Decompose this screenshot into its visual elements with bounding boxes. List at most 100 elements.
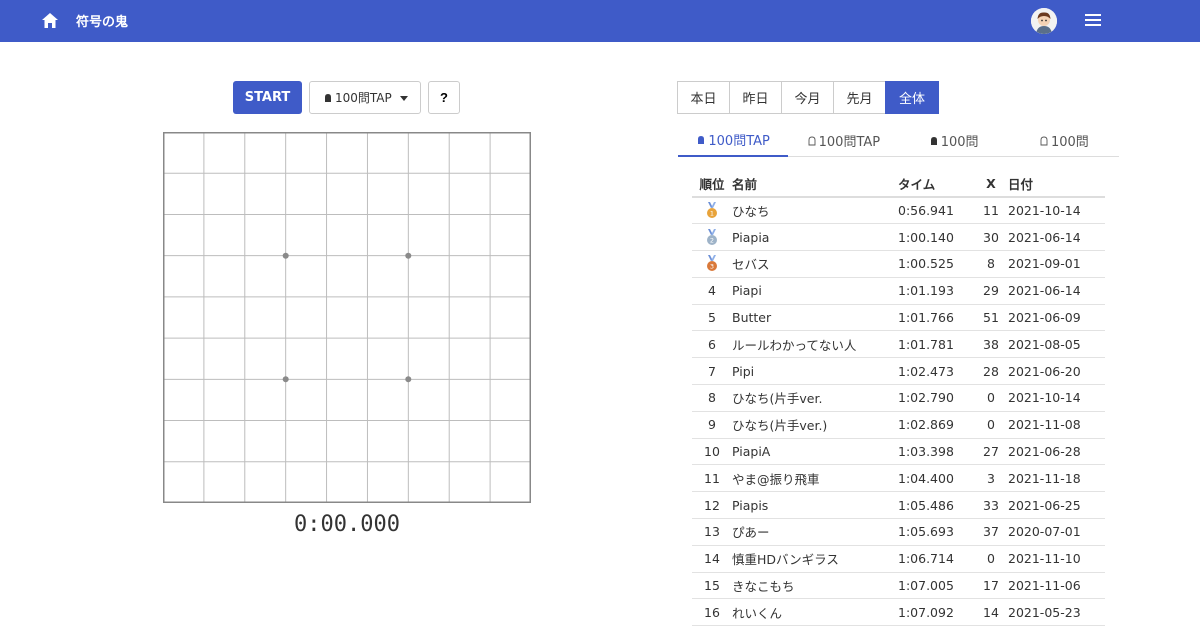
cell-rank: 16 (692, 598, 732, 627)
table-row: 7 Pipi 1:02.473 28 2021-06-20 (692, 357, 1105, 386)
cell-rank: 9 (692, 411, 732, 439)
tab-100-filled[interactable]: 100問 (899, 124, 1009, 157)
table-row: 4 Piapi 1:01.193 29 2021-06-14 (692, 277, 1105, 305)
table-row: 16 れいくん 1:07.092 14 2021-05-23 (692, 598, 1105, 627)
tab-100-outline[interactable]: 100問 (1009, 124, 1119, 157)
outline-bell-icon (1040, 136, 1048, 145)
period-tab-group: 本日 昨日 今月 先月 全体 (677, 81, 939, 114)
star-point (282, 252, 289, 259)
home-icon[interactable] (41, 12, 59, 29)
cell-date: 2020-07-01 (1008, 518, 1105, 546)
cell-rank: 14 (692, 545, 732, 573)
cell-time: 0:56.941 (898, 197, 974, 225)
tab-100-tap-filled[interactable]: 100問TAP (678, 124, 789, 157)
tab-100-tap-outline[interactable]: 100問TAP (788, 124, 898, 157)
tab-all-time[interactable]: 全体 (885, 81, 939, 114)
cell-x: 0 (974, 545, 1008, 573)
chevron-down-icon (400, 96, 408, 101)
cell-rank: 12 (692, 491, 732, 520)
cell-time: 1:00.140 (898, 223, 974, 252)
cell-date: 2021-06-20 (1008, 357, 1105, 386)
svg-text:3: 3 (710, 263, 714, 271)
help-button[interactable]: ? (428, 81, 460, 114)
cell-time: 1:01.193 (898, 277, 974, 305)
cell-x: 17 (974, 572, 1008, 600)
table-row: 5 Butter 1:01.766 51 2021-06-09 (692, 304, 1105, 332)
user-avatar[interactable] (1031, 8, 1057, 34)
svg-text:1: 1 (710, 210, 714, 218)
app-title[interactable]: 符号の鬼 (76, 11, 128, 30)
cell-name: Butter (732, 304, 898, 332)
cell-x: 29 (974, 277, 1008, 305)
table-row: 6 ルールわかってない人 1:01.781 38 2021-08-05 (692, 330, 1105, 359)
tab-today[interactable]: 本日 (677, 81, 730, 114)
filled-bell-icon (325, 93, 331, 102)
table-row: 11 やま@振り飛車 1:04.400 3 2021-11-18 (692, 464, 1105, 493)
bronze-medal-icon: 3 (707, 255, 717, 272)
header-x: X (974, 170, 1008, 198)
star-point (405, 252, 412, 259)
cell-x: 27 (974, 438, 1008, 466)
cell-x: 11 (974, 197, 1008, 225)
cell-x: 30 (974, 223, 1008, 252)
table-row: 10 PiapiA 1:03.398 27 2021-06-28 (692, 438, 1105, 466)
cell-date: 2021-06-25 (1008, 491, 1105, 520)
tab-last-month[interactable]: 先月 (833, 81, 886, 114)
outline-bell-icon (808, 136, 816, 145)
cell-date: 2021-05-23 (1008, 598, 1105, 627)
cell-date: 2021-08-05 (1008, 330, 1105, 359)
cell-name: ひなち(片手ver.) (732, 411, 898, 439)
filled-bell-icon (698, 135, 705, 144)
cell-rank: 11 (692, 464, 732, 493)
cell-name: ひなち(片手ver. (732, 384, 898, 412)
tab-label: 100問 (940, 135, 979, 150)
cell-name: Piapis (732, 491, 898, 520)
cell-rank: 15 (692, 572, 732, 600)
gold-medal-icon: 1 (707, 202, 717, 219)
table-row: 14 慎重HDバンギラス 1:06.714 0 2021-11-10 (692, 545, 1105, 573)
mode-dropdown[interactable]: 100問TAP (309, 81, 421, 114)
cell-date: 2021-09-01 (1008, 250, 1105, 278)
header-name: 名前 (732, 170, 898, 198)
table-row: 8 ひなち(片手ver. 1:02.790 0 2021-10-14 (692, 384, 1105, 412)
cell-x: 38 (974, 330, 1008, 359)
cell-rank: 8 (692, 384, 732, 412)
cell-date: 2021-10-14 (1008, 384, 1105, 412)
table-row: 3 セバス 1:00.525 8 2021-09-01 (692, 250, 1105, 278)
shogi-board[interactable] (163, 132, 531, 503)
tab-label: 100問TAP (818, 135, 881, 150)
star-point (405, 376, 412, 383)
cell-date: 2021-11-10 (1008, 545, 1105, 573)
ranking-table: 順位 名前 タイム X 日付 1 ひなち 0:56.941 11 2021-10-14 2… (692, 170, 1105, 627)
cell-time: 1:06.714 (898, 545, 974, 573)
cell-x: 51 (974, 304, 1008, 332)
filled-bell-icon (930, 136, 937, 145)
table-row: 13 ぴあー 1:05.693 37 2020-07-01 (692, 518, 1105, 546)
cell-x: 28 (974, 357, 1008, 386)
cell-time: 1:07.005 (898, 572, 974, 600)
tab-label: 100問 (1050, 135, 1089, 150)
cell-x: 37 (974, 518, 1008, 546)
cell-x: 3 (974, 464, 1008, 493)
mode-dropdown-label: 100問TAP (335, 91, 392, 105)
cell-date: 2021-06-28 (1008, 438, 1105, 466)
cell-date: 2021-11-06 (1008, 572, 1105, 600)
star-point (282, 376, 289, 383)
cell-name: ひなち (732, 197, 898, 225)
cell-x: 0 (974, 411, 1008, 439)
cell-time: 1:01.766 (898, 304, 974, 332)
start-button[interactable]: START (233, 81, 302, 114)
cell-date: 2021-10-14 (1008, 197, 1105, 225)
cell-name: セバス (732, 250, 898, 278)
cell-rank: 10 (692, 438, 732, 466)
hamburger-menu-icon[interactable] (1085, 14, 1101, 28)
cell-name: やま@振り飛車 (732, 464, 898, 493)
tab-label: 100問TAP (708, 134, 770, 149)
tab-yesterday[interactable]: 昨日 (729, 81, 782, 114)
cell-time: 1:04.400 (898, 464, 974, 493)
cell-name: れいくん (732, 598, 898, 627)
cell-rank: 5 (692, 304, 732, 332)
tab-this-month[interactable]: 今月 (781, 81, 834, 114)
cell-date: 2021-06-14 (1008, 277, 1105, 305)
header-time: タイム (898, 170, 974, 198)
